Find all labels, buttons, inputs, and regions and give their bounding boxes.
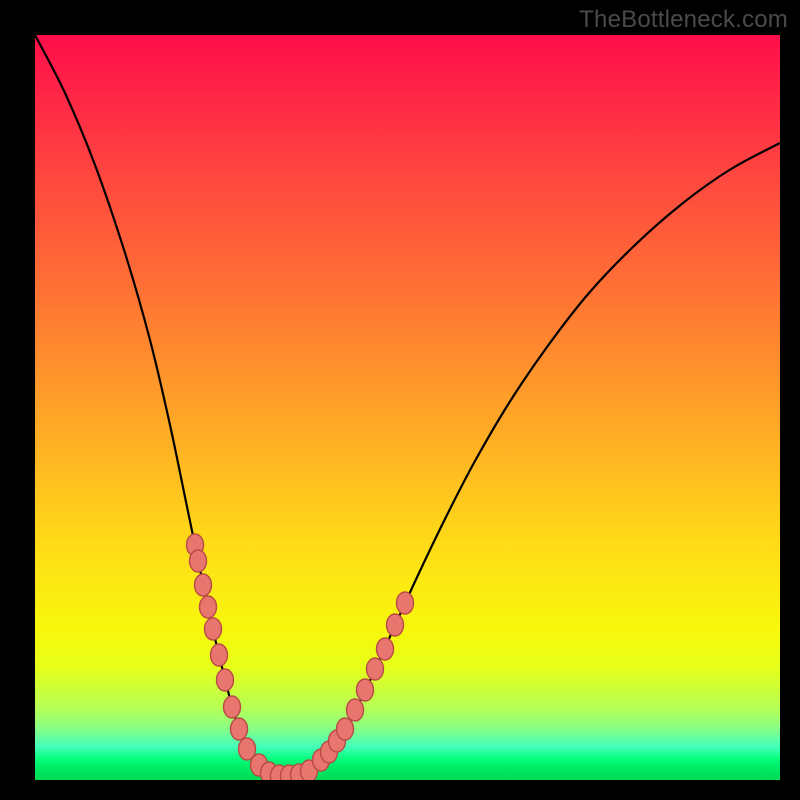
data-dot xyxy=(397,592,414,614)
curve-layer xyxy=(35,35,780,780)
data-dot xyxy=(190,550,207,572)
data-dot xyxy=(231,718,248,740)
data-dot xyxy=(357,679,374,701)
chart-frame: TheBottleneck.com xyxy=(0,0,800,800)
data-dot xyxy=(224,696,241,718)
data-dot xyxy=(337,718,354,740)
data-dot xyxy=(195,574,212,596)
bottleneck-curve xyxy=(35,35,780,777)
data-dot xyxy=(387,614,404,636)
data-dot xyxy=(211,644,228,666)
data-dot xyxy=(205,618,222,640)
watermark-text: TheBottleneck.com xyxy=(579,6,788,34)
plot-area xyxy=(35,35,780,780)
data-dot xyxy=(200,596,217,618)
data-dot xyxy=(347,699,364,721)
data-dots xyxy=(187,534,414,780)
data-dot xyxy=(217,669,234,691)
data-dot xyxy=(377,638,394,660)
data-dot xyxy=(367,658,384,680)
